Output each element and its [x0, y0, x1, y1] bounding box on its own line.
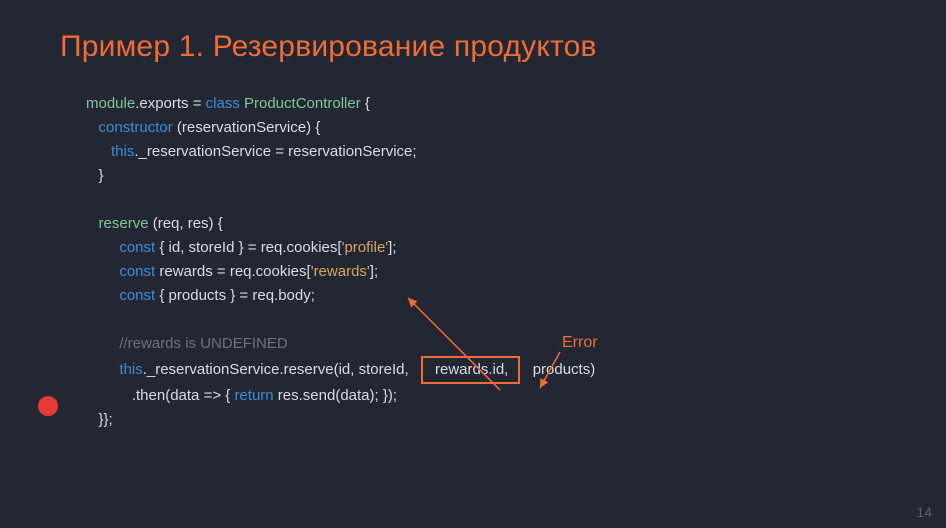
code-token: res.send(data); }); [278, 387, 397, 404]
code-token: { [361, 95, 370, 112]
code-token: ]; [388, 239, 396, 256]
code-token: rewards = req.cookies[ [159, 263, 310, 280]
error-label: Error [562, 334, 598, 352]
code-token: ProductController [244, 95, 361, 112]
code-token: .exports = [135, 95, 205, 112]
code-comment: //rewards is UNDEFINED [119, 335, 287, 352]
code-token: (reservationService) { [177, 119, 320, 136]
code-token: const [119, 287, 159, 304]
code-token: constructor [99, 119, 177, 136]
code-token: 'rewards' [311, 263, 370, 280]
code-token: this [111, 143, 134, 160]
slide: Пример 1. Резервирование продуктов modul… [0, 0, 946, 528]
code-token: { id, storeId } = req.cookies[ [159, 239, 341, 256]
code-token: } [99, 167, 104, 184]
code-token: .then(data => { [132, 387, 235, 404]
code-token: module [86, 95, 135, 112]
code-token: class [206, 95, 244, 112]
code-token: ._reservationService.reserve(id, storeId… [143, 361, 409, 378]
code-token: this [119, 361, 142, 378]
code-token: 'profile' [342, 239, 389, 256]
code-token: ._reservationService = reservationServic… [134, 143, 416, 160]
error-highlight-box: rewards.id, [421, 356, 520, 384]
code-block: module.exports = class ProductController… [86, 92, 886, 432]
code-token: reserve [99, 215, 153, 232]
page-number: 14 [916, 504, 932, 520]
code-token: }}; [99, 411, 113, 428]
slide-title: Пример 1. Резервирование продуктов [60, 30, 886, 64]
code-token: const [119, 263, 159, 280]
code-token: ]; [370, 263, 378, 280]
code-token: products) [533, 361, 596, 378]
code-token: return [234, 387, 277, 404]
breakpoint-dot-icon [38, 396, 58, 416]
code-token: { products } = req.body; [159, 287, 315, 304]
code-token: const [119, 239, 159, 256]
code-token: (req, res) { [153, 215, 223, 232]
